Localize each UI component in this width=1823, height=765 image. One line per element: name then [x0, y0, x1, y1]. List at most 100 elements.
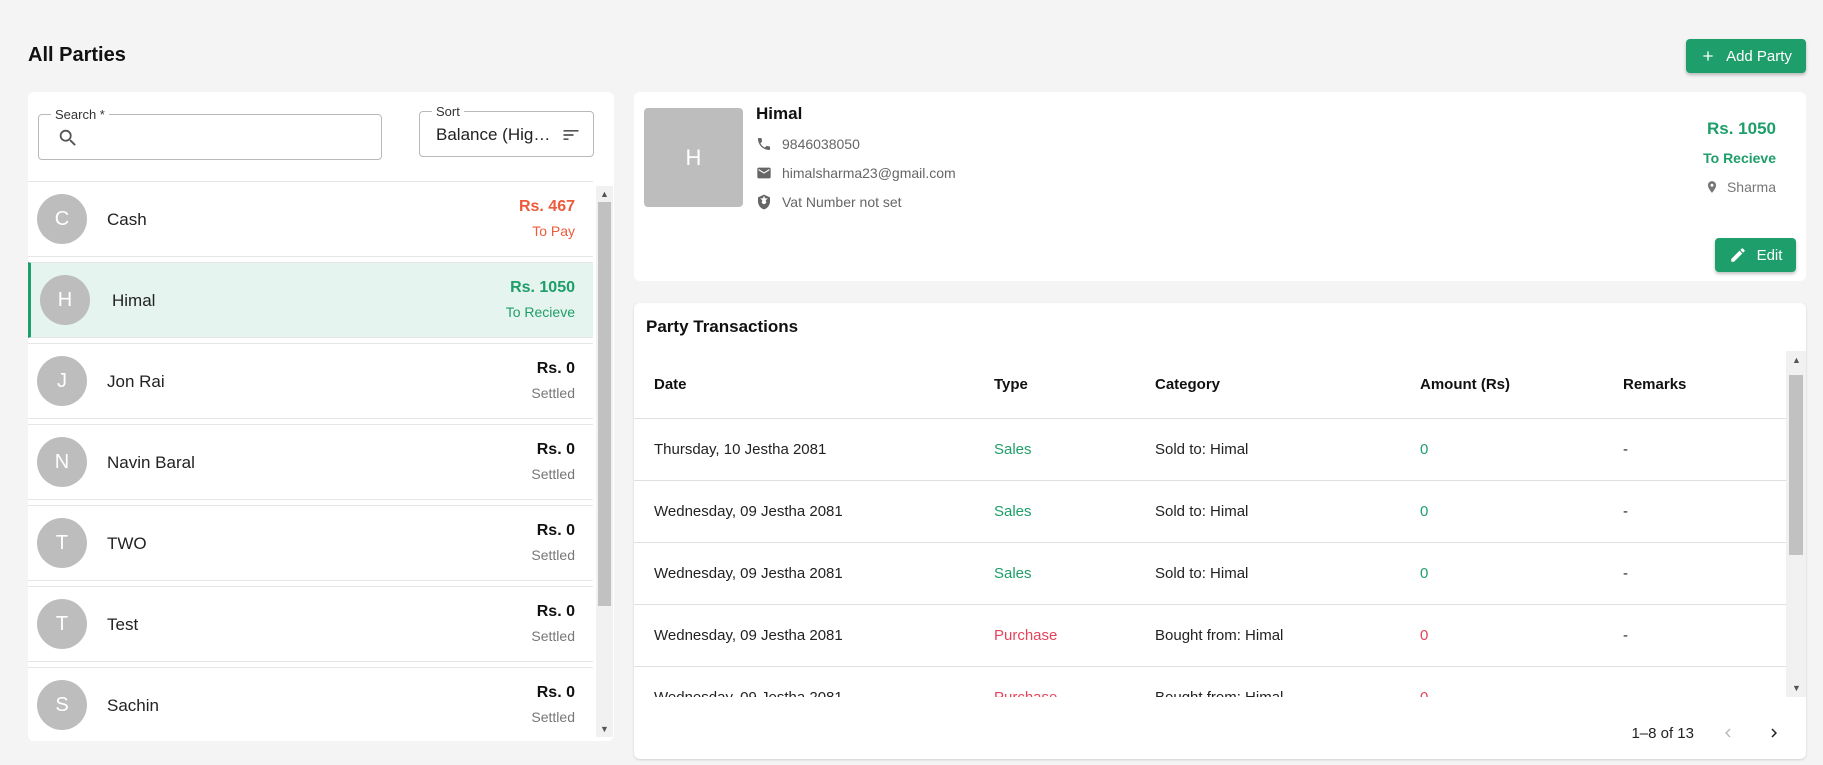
cell-remarks: -	[1623, 604, 1786, 667]
transactions-table: Date Type Category Amount (Rs) Remarks T…	[634, 351, 1786, 697]
scroll-thumb[interactable]	[598, 202, 611, 606]
party-avatar: H	[644, 108, 743, 207]
avatar: C	[37, 194, 87, 244]
table-row[interactable]: Thursday, 10 Jestha 2081 Sales Sold to: Hi…	[634, 418, 1786, 481]
plus-icon	[1703, 51, 1713, 61]
next-page-button[interactable]	[1762, 721, 1786, 745]
location-row: Sharma	[1705, 179, 1776, 195]
search-icon	[59, 129, 76, 146]
cell-type: Sales	[994, 418, 1155, 481]
prev-page-button[interactable]	[1716, 721, 1740, 745]
add-party-button[interactable]: Add Party	[1686, 39, 1806, 73]
cell-type: Sales	[994, 542, 1155, 605]
cell-date: Wednesday, 09 Jestha 2081	[634, 666, 994, 697]
transactions-body: Thursday, 10 Jestha 2081 Sales Sold to: Hi…	[634, 418, 1786, 697]
cell-type: Sales	[994, 480, 1155, 543]
balance-amount: Rs. 1050	[1707, 119, 1776, 138]
party-list-item[interactable]: S Sachin Rs. 0 Settled	[28, 667, 593, 741]
cell-remarks: -	[1623, 542, 1786, 605]
party-list-item[interactable]: C Cash Rs. 467 To Pay	[28, 181, 593, 257]
party-item-amount: Rs. 0	[536, 441, 575, 458]
cell-amount: 0	[1420, 604, 1623, 667]
cell-date: Wednesday, 09 Jestha 2081	[634, 480, 994, 543]
col-type: Type	[994, 351, 1155, 419]
edit-label: Edit	[1756, 246, 1783, 264]
table-header-row: Date Type Category Amount (Rs) Remarks	[634, 351, 1786, 419]
cell-remarks: -	[1623, 666, 1786, 697]
add-party-label: Add Party	[1726, 47, 1792, 65]
party-item-name: TWO	[107, 534, 147, 553]
cell-type: Purchase	[994, 666, 1155, 697]
party-list-item[interactable]: J Jon Rai Rs. 0 Settled	[28, 343, 593, 419]
table-row[interactable]: Wednesday, 09 Jestha 2081 Purchase Bought …	[634, 604, 1786, 667]
sort-icon	[563, 130, 579, 140]
phone-text: 9846038050	[782, 136, 860, 152]
pencil-icon	[1730, 248, 1745, 262]
table-scrollbar[interactable]: ▲ ▼	[1786, 351, 1806, 697]
party-item-status: Settled	[531, 709, 575, 725]
avatar: T	[37, 599, 87, 649]
party-item-status: Settled	[531, 466, 575, 482]
table-row[interactable]: Wednesday, 09 Jestha 2081 Sales Sold to: H…	[634, 542, 1786, 605]
sort-label: Sort	[432, 104, 464, 119]
avatar: J	[37, 356, 87, 406]
party-name: Himal	[756, 104, 803, 123]
party-list-item[interactable]: T TWO Rs. 0 Settled	[28, 505, 593, 581]
party-item-status: Settled	[531, 385, 575, 401]
transactions-title: Party Transactions	[646, 317, 799, 336]
party-list: C Cash Rs. 467 To Pay H Himal Rs. 1050 To Recie…	[28, 181, 593, 741]
page-title: All Parties	[28, 44, 126, 66]
scroll-up-arrow[interactable]: ▲	[600, 189, 609, 199]
party-item-status: Settled	[531, 547, 575, 563]
phone-row: 9846038050	[756, 136, 860, 152]
party-list-item[interactable]: H Himal Rs. 1050 To Recieve	[28, 262, 593, 338]
party-item-status: To Recieve	[505, 304, 575, 320]
scroll-down-arrow[interactable]: ▼	[600, 724, 609, 734]
table-scroll-thumb[interactable]	[1789, 375, 1803, 555]
cell-amount: 0	[1420, 666, 1623, 697]
cell-category: Sold to: Himal	[1155, 480, 1420, 543]
pagination: 1–8 of 13	[1631, 721, 1786, 745]
search-label: Search *	[51, 107, 109, 122]
balance-status: To Recieve	[1703, 150, 1776, 166]
party-list-item[interactable]: N Navin Baral Rs. 0 Settled	[28, 424, 593, 500]
sort-value: Balance (Highest)	[436, 125, 556, 144]
transactions-table-wrap: Date Type Category Amount (Rs) Remarks T…	[634, 351, 1786, 697]
table-scroll-up-arrow[interactable]: ▲	[1792, 355, 1801, 365]
sort-select[interactable]: Sort Balance (Highest)	[419, 104, 594, 157]
cell-category: Bought from: Himal	[1155, 666, 1420, 697]
party-item-status: To Pay	[532, 223, 575, 239]
email-text: himalsharma23@gmail.com	[782, 165, 956, 181]
party-list-panel: Search * Sort Balance (Highest) C Cash Rs.…	[28, 92, 614, 741]
search-input[interactable]: Search *	[38, 107, 382, 160]
party-item-amount: Rs. 0	[536, 522, 575, 539]
party-list-item[interactable]: T Test Rs. 0 Settled	[28, 586, 593, 662]
party-item-amount: Rs. 0	[536, 603, 575, 620]
avatar: T	[37, 518, 87, 568]
cell-category: Bought from: Himal	[1155, 604, 1420, 667]
cell-type: Purchase	[994, 604, 1155, 667]
table-scroll-down-arrow[interactable]: ▼	[1792, 683, 1801, 693]
table-row[interactable]: Wednesday, 09 Jestha 2081 Sales Sold to: H…	[634, 480, 1786, 543]
col-amount: Amount (Rs)	[1420, 351, 1623, 419]
avatar: H	[40, 275, 90, 325]
party-item-name: Test	[107, 615, 139, 634]
transactions-card: Party Transactions Date Type Category Am…	[634, 303, 1806, 759]
edit-button[interactable]: Edit	[1715, 238, 1796, 272]
party-item-name: Cash	[107, 210, 147, 229]
party-item-amount: Rs. 467	[518, 198, 575, 215]
phone-icon	[758, 138, 770, 150]
col-remarks: Remarks	[1623, 351, 1786, 419]
email-icon	[757, 167, 771, 179]
shield-icon	[758, 194, 770, 210]
pagination-text: 1–8 of 13	[1631, 724, 1694, 742]
chevron-left-icon	[1725, 728, 1731, 738]
party-list-scrollbar[interactable]: ▲ ▼	[596, 186, 613, 737]
location-pin-icon	[1707, 181, 1717, 193]
cell-remarks: -	[1623, 480, 1786, 543]
chevron-right-icon	[1771, 728, 1777, 738]
location-text: Sharma	[1726, 179, 1776, 195]
cell-category: Sold to: Himal	[1155, 542, 1420, 605]
cell-amount: 0	[1420, 418, 1623, 481]
table-row[interactable]: Wednesday, 09 Jestha 2081 Purchase Bought …	[634, 666, 1786, 697]
